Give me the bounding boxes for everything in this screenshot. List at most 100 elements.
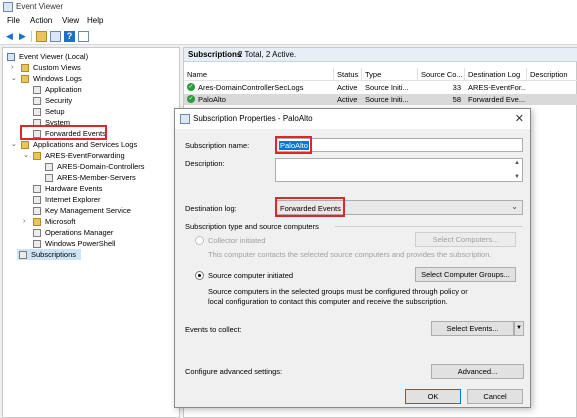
subscription-name-label: Subscription name:: [185, 141, 250, 150]
tree-item-windows-powershell[interactable]: Windows PowerShell: [5, 238, 175, 249]
active-check-icon: ✓: [187, 83, 195, 91]
window-title-bar: Event Viewer: [0, 0, 577, 14]
menu-action[interactable]: Action: [30, 16, 52, 25]
scroll-up-icon[interactable]: ▲: [514, 160, 520, 166]
row-status: Active: [337, 83, 358, 92]
subscription-icon: [180, 114, 190, 124]
folder-icon: [33, 218, 41, 226]
row-destination-log: Forwarded Eve...: [468, 95, 526, 104]
row-status: Active: [337, 95, 358, 104]
select-computer-groups-button[interactable]: Select Computer Groups...: [415, 267, 516, 282]
window-title: Event Viewer: [16, 2, 63, 11]
ok-button[interactable]: OK: [405, 389, 461, 404]
row-destination-log: ARES-EventFor...: [468, 83, 526, 92]
log-icon: [33, 207, 41, 215]
navigation-tree: Event Viewer (Local) › Custom Views ⌄ Wi…: [2, 47, 180, 418]
destination-log-highlight: [275, 197, 345, 217]
menu-bar: File Action View Help: [0, 14, 577, 28]
log-icon: [45, 163, 53, 171]
folder-icon: [21, 141, 29, 149]
dialog-title-bar: Subscription Properties - PaloAlto ✕: [175, 109, 530, 129]
forwarded-events-highlight: [20, 125, 107, 140]
collapse-icon[interactable]: ⌄: [11, 73, 19, 84]
source-initiated-radio[interactable]: [195, 271, 204, 280]
scroll-down-icon[interactable]: ▼: [514, 174, 520, 180]
source-description-line-1: Source computers in the selected groups …: [208, 287, 468, 296]
event-viewer-app-icon: [3, 2, 13, 12]
collapse-icon[interactable]: ⌄: [11, 139, 19, 150]
tree-item-operations-manager[interactable]: Operations Manager: [5, 227, 175, 238]
log-icon: [33, 86, 41, 94]
row-description: [530, 94, 575, 105]
log-icon: [33, 196, 41, 204]
column-header-type[interactable]: Type: [362, 68, 418, 81]
select-events-dropdown-icon[interactable]: ▼: [514, 321, 524, 336]
tree-item-setup[interactable]: Setup: [5, 106, 175, 117]
expand-icon[interactable]: ›: [23, 216, 31, 227]
properties-icon[interactable]: [50, 31, 61, 42]
log-icon: [33, 240, 41, 248]
panel-icon[interactable]: [78, 31, 89, 42]
log-icon: [33, 108, 41, 116]
chevron-down-icon: ⌄: [511, 202, 518, 211]
select-events-button[interactable]: Select Events...: [431, 321, 514, 336]
event-viewer-icon: [7, 53, 15, 61]
menu-help[interactable]: Help: [87, 16, 103, 25]
tree-item-custom-views[interactable]: › Custom Views: [5, 62, 175, 73]
subscription-name-field[interactable]: PaloAlto: [275, 138, 523, 152]
row-source-count: 58: [452, 95, 461, 104]
tree-item-app-services[interactable]: ⌄ Applications and Services Logs: [5, 139, 175, 150]
folder-icon: [21, 75, 29, 83]
tree-item-ares-domain-controllers[interactable]: ARES-Domain-Controllers: [5, 161, 175, 172]
tree-item-windows-logs[interactable]: ⌄ Windows Logs: [5, 73, 175, 84]
row-type: Source Initi...: [365, 95, 409, 104]
type-group-label: Subscription type and source computers: [185, 222, 319, 231]
tree-item-ares-member-servers[interactable]: ARES-Member-Servers: [5, 172, 175, 183]
tree-item-microsoft[interactable]: › Microsoft: [5, 216, 175, 227]
column-header-status[interactable]: Status: [334, 68, 362, 81]
subscription-properties-dialog: Subscription Properties - PaloAlto ✕ Sub…: [174, 108, 531, 408]
collector-initiated-radio[interactable]: [195, 236, 204, 245]
menu-view[interactable]: View: [62, 16, 79, 25]
folder-icon: [33, 152, 41, 160]
cancel-button[interactable]: Cancel: [467, 389, 523, 404]
group-divider: [335, 226, 523, 227]
row-source-count: 33: [452, 83, 461, 92]
tree-item-security[interactable]: Security: [5, 95, 175, 106]
column-header-destination-log[interactable]: Destination Log: [465, 68, 527, 81]
help-icon[interactable]: ?: [64, 31, 75, 42]
description-field[interactable]: ▲ ▼: [275, 158, 523, 182]
subscriptions-icon: [19, 251, 27, 259]
column-header-source-count[interactable]: Source Co...: [418, 68, 465, 81]
subscription-count: 2 Total, 2 Active.: [238, 50, 297, 59]
toolbar: ◀ ▶ ?: [0, 28, 577, 45]
pane-title: Subscriptions: [188, 50, 242, 59]
advanced-button[interactable]: Advanced...: [431, 364, 524, 379]
advanced-settings-label: Configure advanced settings:: [185, 367, 283, 376]
forward-icon[interactable]: ▶: [17, 31, 28, 42]
log-icon: [33, 185, 41, 193]
log-icon: [33, 229, 41, 237]
collector-initiated-label: Collector initiated: [208, 236, 266, 245]
back-icon[interactable]: ◀: [4, 31, 15, 42]
tree-item-application[interactable]: Application: [5, 84, 175, 95]
name-highlight: [275, 136, 312, 154]
expand-icon[interactable]: ›: [11, 62, 19, 73]
folder-icon[interactable]: [36, 31, 47, 42]
tree-item-root[interactable]: Event Viewer (Local): [5, 51, 175, 62]
tree-item-internet-explorer[interactable]: Internet Explorer: [5, 194, 175, 205]
tree-item-subscriptions[interactable]: Subscriptions: [17, 249, 81, 260]
tree-item-ares-event-forwarding[interactable]: ⌄ ARES-EventForwarding: [5, 150, 175, 161]
tree-item-hardware-events[interactable]: Hardware Events: [5, 183, 175, 194]
collapse-icon[interactable]: ⌄: [23, 150, 31, 161]
select-computers-button[interactable]: Select Computers...: [415, 232, 516, 247]
description-label: Description:: [185, 159, 225, 168]
close-icon[interactable]: ✕: [515, 112, 524, 125]
folder-icon: [21, 64, 29, 72]
dialog-title: Subscription Properties - PaloAlto: [193, 114, 313, 123]
tree-item-key-management[interactable]: Key Management Service: [5, 205, 175, 216]
menu-file[interactable]: File: [7, 16, 20, 25]
column-header-name[interactable]: Name: [184, 68, 334, 81]
column-header-description[interactable]: Description: [527, 68, 577, 81]
row-name: PaloAlto: [198, 95, 226, 104]
